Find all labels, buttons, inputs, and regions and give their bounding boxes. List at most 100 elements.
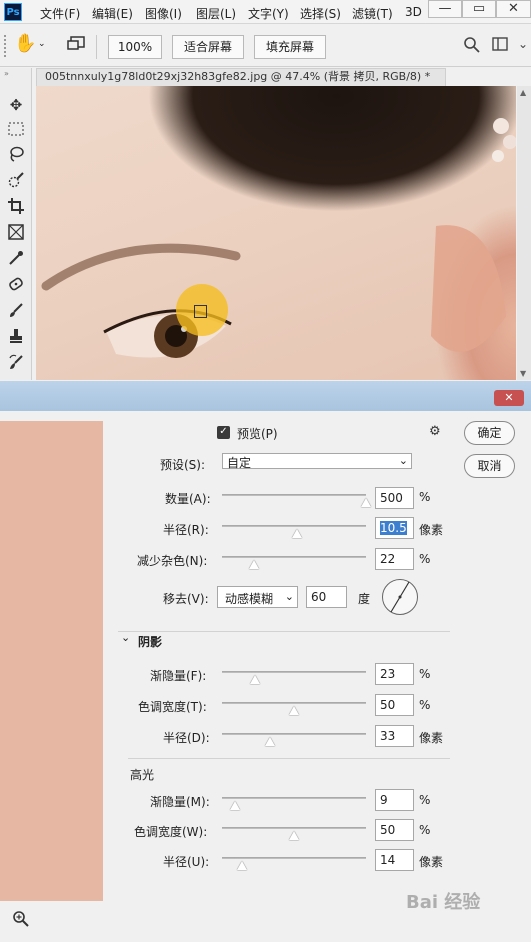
shadows-tonal-width-unit: %	[419, 698, 431, 712]
menu-3d[interactable]: 3D	[405, 5, 422, 19]
document-tab-title: 005tnnxuly1g78ld0t29xj32h83gfe82.jpg @ 4…	[45, 70, 431, 83]
fill-screen-button[interactable]: 填充屏幕	[254, 35, 326, 59]
menu-file[interactable]: 文件(F)	[40, 5, 80, 22]
preset-select[interactable]: 自定 ⌄	[222, 453, 412, 470]
healing-brush-tool-icon[interactable]	[5, 276, 27, 298]
highlights-fade-unit: %	[419, 793, 431, 807]
highlights-fade-label: 渐隐量(M):	[150, 795, 210, 809]
shadows-radius-input[interactable]: 33	[375, 725, 414, 747]
vertical-scrollbar[interactable]: ▲ ▼	[517, 86, 531, 380]
settings-gear-icon[interactable]: ⚙	[429, 424, 441, 439]
clone-stamp-tool-icon[interactable]	[5, 328, 27, 350]
workspace-icon[interactable]	[492, 37, 508, 54]
shadows-title: 阴影	[138, 635, 163, 649]
panel-collapse-icon[interactable]: »	[4, 69, 9, 78]
chevron-down-icon: ⌄	[398, 454, 408, 467]
highlights-fade-slider-thumb[interactable]	[229, 801, 240, 810]
zoom-100-button[interactable]: 100%	[108, 35, 162, 59]
highlights-tonal-width-unit: %	[419, 823, 431, 837]
radius-unit: 像素	[419, 523, 444, 537]
marquee-tool-icon[interactable]	[5, 120, 27, 142]
search-icon[interactable]	[463, 36, 481, 57]
lasso-tool-icon[interactable]	[5, 146, 27, 168]
shadows-tonal-width-slider-thumb[interactable]	[289, 706, 299, 715]
shadows-fade-slider-thumb[interactable]	[250, 675, 261, 684]
amount-unit: %	[419, 490, 431, 504]
amount-slider-thumb[interactable]	[361, 498, 371, 507]
shadows-tonal-width-slider[interactable]	[222, 702, 366, 704]
highlights-radius-label: 半径(U):	[163, 855, 210, 869]
shadows-fade-input[interactable]: 23	[375, 663, 414, 685]
highlights-radius-unit: 像素	[419, 855, 444, 869]
dialog-close-button[interactable]: ✕	[494, 390, 524, 406]
hand-tool-icon[interactable]: ✋	[14, 33, 36, 54]
highlights-fade-slider[interactable]	[222, 797, 366, 799]
preview-label: 预览(P)	[237, 427, 278, 441]
highlights-tonal-width-input[interactable]: 50	[375, 819, 414, 841]
highlights-fade-input[interactable]: 9	[375, 789, 414, 811]
shadows-fade-slider[interactable]	[222, 671, 366, 673]
crop-tool-icon[interactable]	[5, 198, 27, 220]
remove-label: 移去(V):	[163, 592, 209, 606]
amount-input[interactable]: 500	[375, 487, 414, 509]
minimize-button[interactable]: —	[428, 0, 462, 18]
radius-slider[interactable]	[222, 525, 366, 527]
amount-slider[interactable]	[222, 494, 366, 496]
radius-slider-thumb[interactable]	[291, 529, 302, 538]
preview-pane[interactable]	[0, 421, 103, 901]
scroll-all-windows-icon[interactable]	[66, 34, 88, 54]
cancel-button[interactable]: 取消	[464, 454, 515, 478]
preview-checkbox[interactable]: ✓	[217, 426, 230, 439]
move-tool-icon[interactable]: ✥	[5, 94, 27, 116]
brush-tool-icon[interactable]	[5, 302, 27, 324]
history-brush-tool-icon[interactable]	[5, 354, 27, 376]
shadows-radius-slider[interactable]	[222, 733, 366, 735]
baidu-watermark: Bai 经验	[406, 892, 481, 913]
tools-panel: » ✥	[0, 68, 32, 380]
reduce-noise-slider-thumb[interactable]	[248, 560, 259, 569]
menu-select[interactable]: 选择(S)	[300, 5, 341, 22]
quick-select-tool-icon[interactable]	[5, 172, 27, 194]
reduce-noise-unit: %	[419, 552, 431, 566]
restore-button[interactable]: ▭	[462, 0, 496, 18]
shadows-radius-unit: 像素	[419, 731, 444, 745]
angle-input[interactable]: 60	[306, 586, 347, 608]
options-bar: ✋ ⌄ 100% 适合屏幕 填充屏幕 ⌄	[0, 25, 531, 67]
shadows-radius-slider-thumb[interactable]	[264, 737, 275, 746]
highlights-tonal-width-slider-thumb[interactable]	[289, 831, 299, 840]
highlights-radius-input[interactable]: 14	[375, 849, 414, 871]
ok-button[interactable]: 确定	[464, 421, 515, 445]
eyedropper-tool-icon[interactable]	[5, 250, 27, 272]
workspace-chevron-icon[interactable]: ⌄	[518, 37, 528, 51]
chevron-down-icon[interactable]: ⌄	[38, 39, 46, 49]
menu-type[interactable]: 文字(Y)	[248, 5, 289, 22]
highlights-radius-slider-thumb[interactable]	[237, 861, 248, 870]
scroll-down-icon[interactable]: ▼	[520, 369, 526, 378]
highlights-tonal-width-slider[interactable]	[222, 827, 366, 829]
menu-edit[interactable]: 编辑(E)	[92, 5, 133, 22]
radius-input[interactable]: 10.5	[375, 517, 414, 539]
grip-handle[interactable]	[4, 35, 6, 57]
menu-image[interactable]: 图像(I)	[145, 5, 182, 22]
remove-select[interactable]: 动感模糊 ⌄	[217, 586, 298, 608]
amount-label: 数量(A):	[165, 492, 211, 506]
highlights-radius-slider[interactable]	[222, 857, 366, 859]
menu-layer[interactable]: 图层(L)	[196, 5, 236, 22]
document-tab[interactable]: 005tnnxuly1g78ld0t29xj32h83gfe82.jpg @ 4…	[36, 68, 446, 86]
fit-screen-button[interactable]: 适合屏幕	[172, 35, 244, 59]
shadows-collapse-icon[interactable]: ⌄	[121, 631, 130, 644]
dialog-title-bar	[0, 381, 531, 411]
zoom-icon[interactable]	[12, 910, 30, 931]
reduce-noise-input[interactable]: 22	[375, 548, 414, 570]
separator	[96, 35, 97, 59]
shadows-tonal-width-input[interactable]: 50	[375, 694, 414, 716]
frame-tool-icon[interactable]	[5, 224, 27, 246]
shadows-fade-unit: %	[419, 667, 431, 681]
section-divider	[118, 631, 450, 632]
angle-dial[interactable]	[382, 579, 418, 615]
close-window-button[interactable]: ✕	[496, 0, 531, 18]
menu-filter[interactable]: 滤镜(T)	[352, 5, 393, 22]
scroll-up-icon[interactable]: ▲	[520, 88, 526, 97]
reduce-noise-slider[interactable]	[222, 556, 366, 558]
image-canvas[interactable]	[36, 86, 516, 380]
